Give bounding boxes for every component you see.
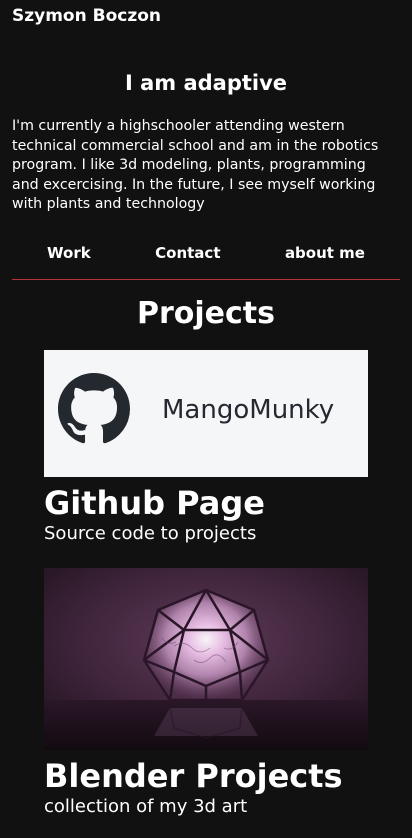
blender-thumbnail[interactable] bbox=[44, 568, 368, 750]
project-card-subtitle: collection of my 3d art bbox=[44, 796, 248, 817]
project-card-title[interactable]: Blender Projects bbox=[44, 756, 368, 796]
project-card-subtitle: Source code to projects bbox=[44, 523, 257, 544]
glowing-polyhedron-image bbox=[44, 568, 368, 750]
site-name: Szymon Boczon bbox=[12, 6, 162, 26]
nav-link-contact[interactable]: Contact bbox=[155, 236, 220, 270]
main-nav: Work Contact about me bbox=[12, 236, 400, 280]
project-card-github[interactable]: MangoMunky Github Page Source code to pr… bbox=[44, 350, 368, 545]
github-username: MangoMunky bbox=[162, 395, 335, 425]
bio-paragraph: I'm currently a highschooler attending w… bbox=[12, 118, 379, 212]
github-octocat-icon bbox=[58, 373, 130, 444]
github-thumbnail[interactable]: MangoMunky bbox=[44, 350, 368, 477]
tagline: I am adaptive bbox=[124, 71, 288, 95]
nav-link-work[interactable]: Work bbox=[47, 236, 91, 270]
projects-heading: Projects bbox=[136, 296, 275, 331]
project-card-blender[interactable]: Blender Projects collection of my 3d art bbox=[44, 568, 368, 818]
project-card-title[interactable]: Github Page bbox=[44, 483, 368, 523]
nav-link-about-me[interactable]: about me bbox=[285, 236, 365, 270]
